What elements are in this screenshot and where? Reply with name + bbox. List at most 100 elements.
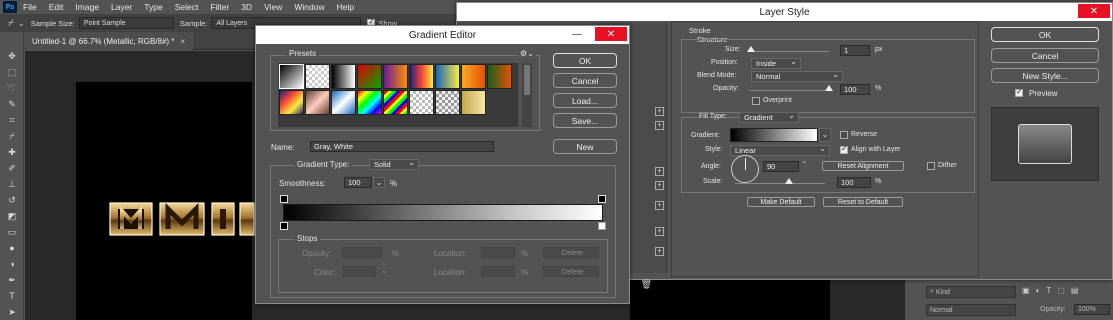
presets-scroll-thumb[interactable] [524, 65, 530, 95]
eraser-tool-icon[interactable]: ◩ [5, 210, 19, 222]
filter-shape-icon[interactable]: ⬚ [1057, 286, 1065, 298]
gradient-save-button[interactable]: Save... [553, 113, 617, 128]
brush-tool-icon[interactable]: ✐ [5, 162, 19, 174]
menu-view[interactable]: View [258, 2, 288, 12]
clone-stamp-icon[interactable]: ⊥ [5, 178, 19, 190]
gradient-editor-dialog: Gradient Editor — ✕ Presets ⚙⌄ OK Cancel… [255, 25, 630, 304]
dodge-tool-icon[interactable]: ◑ [5, 258, 19, 270]
add-style-plus-icon-6[interactable]: + [655, 227, 664, 236]
move-tool-icon[interactable]: ✥ [5, 50, 19, 62]
presets-gear-icon[interactable]: ⚙⌄ [518, 49, 536, 58]
menu-image[interactable]: Image [69, 2, 105, 12]
crop-tool-icon[interactable]: ⌗ [5, 114, 19, 126]
add-style-plus-icon[interactable]: + [655, 107, 664, 116]
path-select-tool-icon[interactable]: ➤ [5, 306, 19, 318]
filter-type-icon[interactable]: T [1046, 286, 1051, 298]
gradient-tool-icon[interactable]: ▭ [5, 226, 19, 238]
preset-swatch[interactable] [409, 90, 434, 115]
filter-pixel-icon[interactable]: ▣ [1022, 286, 1030, 298]
add-style-plus-icon-2[interactable]: + [655, 121, 664, 130]
eyedropper-icon[interactable]: ⌿ [5, 130, 19, 142]
preset-swatch[interactable] [357, 64, 382, 89]
history-brush-icon[interactable]: ↺ [5, 194, 19, 206]
stop-color-delete-button[interactable]: Delete [543, 266, 599, 277]
preset-swatch[interactable] [383, 64, 408, 89]
preset-swatch[interactable] [409, 64, 434, 89]
close-tab-icon[interactable]: × [180, 37, 185, 46]
stop-opacity-field[interactable] [342, 247, 382, 258]
layer-opacity-field[interactable]: 100% [1074, 304, 1110, 315]
gradient-type-select[interactable]: Solid [369, 158, 419, 170]
layer-blend-mode-select[interactable]: Normal [926, 304, 1016, 316]
layer-style-close-icon[interactable]: ✕ [1078, 4, 1110, 18]
menu-type[interactable]: Type [138, 2, 168, 12]
menu-filter[interactable]: Filter [204, 2, 235, 12]
layer-style-ok-button[interactable]: OK [991, 27, 1099, 42]
type-tool-icon[interactable]: T [5, 290, 19, 302]
minimize-icon[interactable]: — [567, 27, 587, 41]
blur-tool-icon[interactable]: ● [5, 242, 19, 254]
layer-style-cancel-button[interactable]: Cancel [991, 48, 1099, 63]
menu-window[interactable]: Window [288, 2, 330, 12]
filter-adjust-icon[interactable]: ◐ [1036, 286, 1041, 298]
layer-filter-kind[interactable]: ⌕ Kind [926, 286, 1016, 298]
opacity-stop-left[interactable] [280, 195, 288, 203]
preset-swatch[interactable] [435, 64, 460, 89]
healing-brush-icon[interactable]: ✚ [5, 146, 19, 158]
preset-swatch[interactable] [279, 90, 304, 115]
pen-tool-icon[interactable]: ✒ [5, 274, 19, 286]
lasso-tool-icon[interactable]: ➰ [5, 82, 19, 94]
tool-preset-chevron-icon[interactable]: ⌄ [18, 19, 25, 28]
gradient-ramp-bar[interactable] [283, 204, 603, 221]
marquee-tool-icon[interactable]: ⬚ [5, 66, 19, 78]
preset-swatch[interactable] [331, 90, 356, 115]
stop-opacity-delete-button[interactable]: Delete [543, 247, 599, 258]
new-style-button[interactable]: New Style... [991, 68, 1099, 83]
document-tab[interactable]: Untitled-1 @ 66.7% (Metallic, RGB/8#) * … [24, 32, 194, 50]
smoothness-dropdown-icon[interactable]: ⌄ [373, 177, 385, 188]
color-stop-left[interactable] [280, 222, 288, 230]
opacity-stop-right[interactable] [598, 195, 606, 203]
menu-file[interactable]: File [17, 2, 43, 12]
menu-select[interactable]: Select [169, 2, 205, 12]
preset-swatch[interactable] [331, 64, 356, 89]
preset-swatch[interactable] [305, 64, 330, 89]
quick-select-tool-icon[interactable]: ✎ [5, 98, 19, 110]
menu-help[interactable]: Help [331, 2, 360, 12]
menu-3d[interactable]: 3D [235, 2, 258, 12]
gradient-load-button[interactable]: Load... [553, 93, 617, 108]
stop-color-dropdown-icon[interactable]: ⌄ [381, 266, 388, 275]
sample-size-select[interactable]: Point Sample [78, 17, 174, 29]
add-style-plus-icon-4[interactable]: + [655, 181, 664, 190]
filter-smart-icon[interactable]: ▤ [1071, 286, 1079, 298]
menu-edit[interactable]: Edit [43, 2, 70, 12]
delete-effect-trash-icon[interactable]: 🗑 [641, 279, 652, 290]
presets-scrollbar[interactable] [522, 63, 532, 127]
stop-opacity-location-field[interactable] [481, 247, 515, 258]
add-style-plus-icon-5[interactable]: + [655, 201, 664, 210]
preset-swatch[interactable] [435, 90, 460, 115]
gradient-ok-button[interactable]: OK [553, 53, 617, 68]
color-stop-right[interactable] [598, 222, 606, 230]
preset-swatch[interactable] [357, 90, 382, 115]
smoothness-field[interactable]: 100 [344, 177, 372, 188]
preview-checkbox[interactable] [1015, 87, 1023, 97]
preset-swatch[interactable] [461, 64, 486, 89]
preset-swatch[interactable] [487, 64, 512, 89]
gradient-name-field[interactable]: Gray, White [310, 141, 494, 152]
preset-swatch[interactable] [383, 90, 408, 115]
stop-color-swatch[interactable] [342, 266, 376, 277]
stop-color-location-field[interactable] [481, 266, 515, 277]
gradient-new-button[interactable]: New [553, 139, 617, 154]
preset-swatch[interactable] [305, 90, 330, 115]
layers-panel: ⌕ Kind ▣ ◐ T ⬚ ▤ Normal Opacity: 100% [922, 280, 1113, 320]
preset-swatch[interactable] [461, 90, 486, 115]
presets-grid [278, 63, 518, 127]
eyedropper-tool-icon[interactable]: ⌿ [8, 18, 14, 29]
gradient-cancel-button[interactable]: Cancel [553, 73, 617, 88]
gradient-editor-close-icon[interactable]: ✕ [595, 27, 627, 41]
add-style-plus-icon-3[interactable]: + [655, 167, 664, 176]
menu-layer[interactable]: Layer [105, 2, 138, 12]
add-style-plus-icon-7[interactable]: + [655, 247, 664, 256]
preset-swatch[interactable] [279, 64, 304, 89]
